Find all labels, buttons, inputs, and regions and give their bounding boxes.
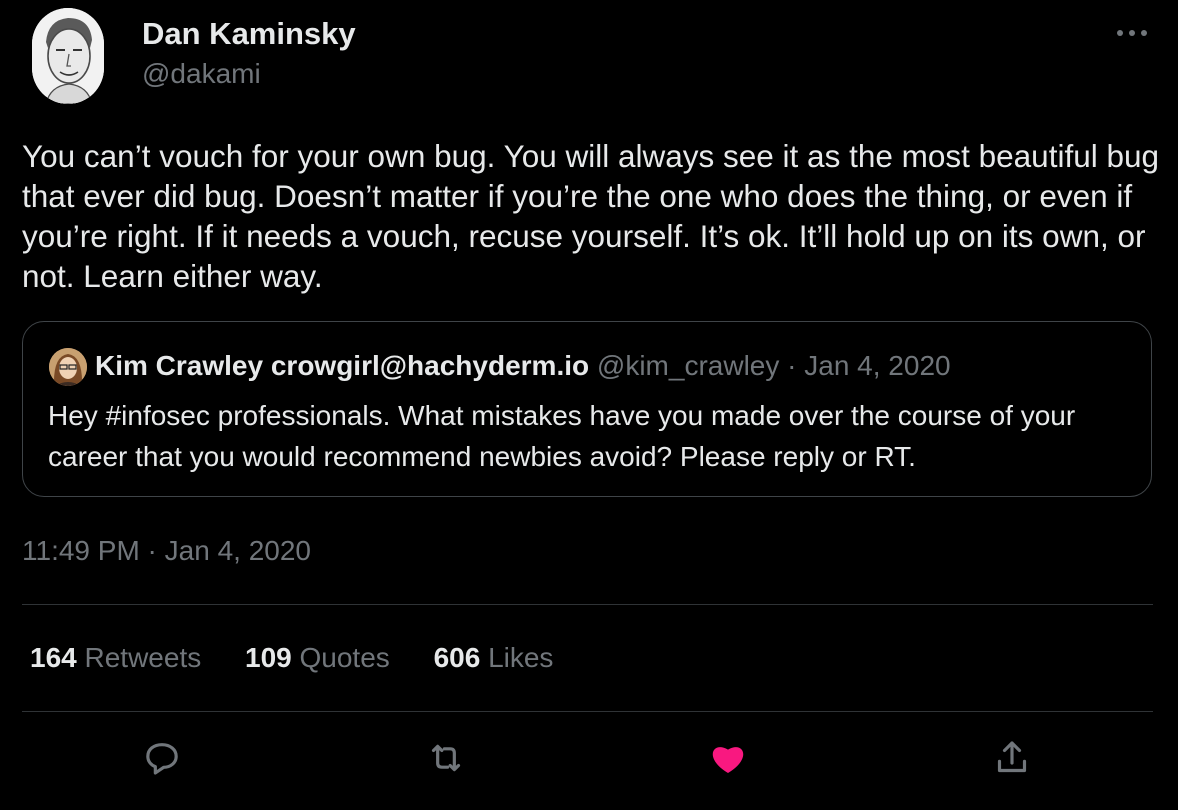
tweet-text: You can’t vouch for your own bug. You wi… [22, 138, 1160, 294]
quoted-author-avatar[interactable] [49, 348, 87, 386]
heart-icon [707, 738, 749, 783]
quotes-count: 109 [245, 642, 292, 673]
quoted-author-name[interactable]: Kim Crawley crowgirl@hachyderm.io [95, 350, 589, 381]
likes-label: Likes [488, 642, 554, 673]
retweets-stat[interactable]: 164 Retweets [30, 642, 201, 674]
more-options-button[interactable] [1112, 18, 1152, 48]
more-dots-icon [1112, 30, 1152, 52]
author-avatar[interactable] [32, 8, 104, 104]
quoted-tweet-card[interactable]: Kim Crawley crowgirl@hachyderm.io @kim_c… [22, 321, 1152, 497]
retweets-count: 164 [30, 642, 77, 673]
divider [22, 604, 1153, 605]
quoted-tweet-header: Kim Crawley crowgirl@hachyderm.io @kim_c… [95, 350, 951, 382]
quotes-label: Quotes [299, 642, 390, 673]
likes-stat[interactable]: 606 Likes [434, 642, 554, 674]
share-button[interactable] [990, 738, 1034, 782]
like-button[interactable] [706, 738, 750, 782]
author-handle[interactable]: @dakami [142, 58, 261, 90]
quotes-stat[interactable]: 109 Quotes [245, 642, 390, 674]
engagement-stats: 164 Retweets 109 Quotes 606 Likes [30, 642, 589, 674]
retweet-button[interactable] [424, 738, 468, 782]
tweet-timestamp[interactable]: 11:49 PM · Jan 4, 2020 [22, 535, 311, 567]
author-name[interactable]: Dan Kaminsky [142, 16, 356, 52]
retweet-icon [426, 738, 466, 783]
likes-count: 606 [433, 642, 481, 673]
quoted-tweet-date[interactable]: Jan 4, 2020 [804, 350, 950, 381]
quoted-meta-separator: · [779, 350, 805, 381]
quoted-author-handle[interactable]: @kim_crawley [597, 350, 779, 381]
divider [22, 711, 1153, 712]
reply-button[interactable] [140, 738, 184, 782]
quoted-tweet-text: Hey #infosec professionals. What mistake… [48, 400, 1076, 472]
share-icon [992, 738, 1032, 783]
retweets-label: Retweets [84, 642, 202, 673]
reply-icon [142, 738, 182, 783]
